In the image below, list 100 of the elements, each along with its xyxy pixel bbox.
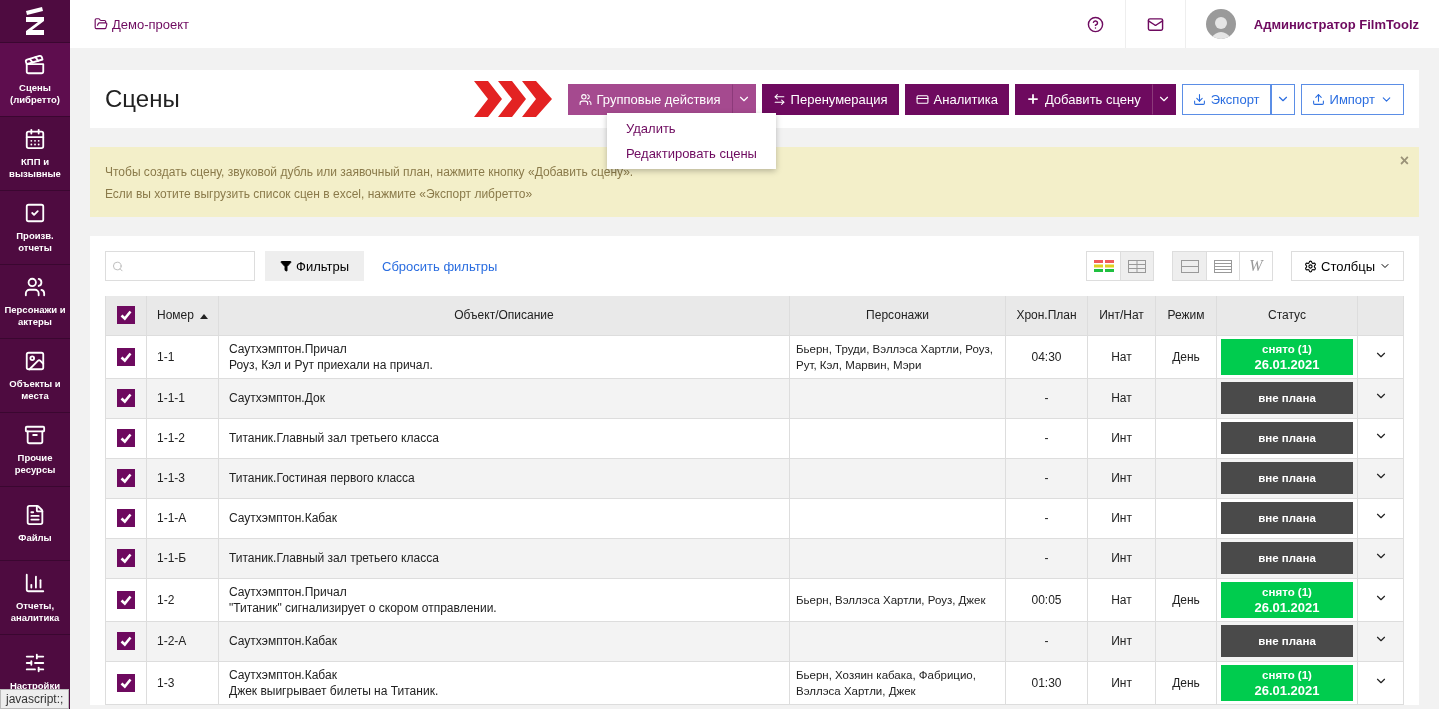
group-actions-button[interactable]: Групповые действия [567, 83, 732, 115]
row-checkbox[interactable] [117, 469, 135, 487]
status-tooltip: javascript:; [0, 689, 70, 709]
scene-object: Саутхэмптон.Док [229, 390, 326, 406]
menu-item[interactable]: Удалить [607, 116, 776, 141]
alert-text: Чтобы создать сцену, звуковой дубль или заявочный план, нажмите кнопку «Добавить сцену». [105, 164, 635, 181]
scene-number: 1-2 [157, 592, 175, 607]
reset-filters-link[interactable]: Сбросить фильтры [382, 258, 1069, 274]
duration-text: 04:30 [1031, 349, 1062, 364]
avatar-icon[interactable] [1205, 9, 1236, 39]
status-badge: вне плана [1221, 625, 1353, 657]
search-field[interactable] [105, 251, 255, 281]
mail-icon[interactable] [1146, 15, 1164, 33]
characters-text: Бьерн, Хозяин кабака, Фабрицио, Вэллэса Хартли, Джек [796, 668, 976, 697]
rows-icon [1180, 259, 1199, 273]
caret-button[interactable] [1151, 83, 1176, 115]
scene-number: 1-1-А [157, 511, 187, 525]
duration-text: 00:05 [1031, 592, 1062, 607]
checkbox-icon [24, 202, 46, 225]
status-badge: вне плана [1221, 462, 1353, 494]
logo-icon[interactable] [24, 7, 46, 35]
status-badge: вне плана [1221, 422, 1353, 454]
filters-button[interactable]: Фильтры [265, 251, 364, 281]
status-badge: снято (1) 26.01.2021 [1221, 581, 1353, 618]
int-ext-text: Инт [1111, 511, 1132, 525]
row-checkbox[interactable] [117, 590, 135, 609]
scene-number: 1-3 [157, 675, 175, 690]
renumber-button[interactable]: Перенумерация [761, 83, 899, 115]
users-icon [578, 92, 592, 106]
menu-item[interactable]: Редактировать сцены [607, 141, 776, 166]
duration-text: - [1044, 431, 1049, 445]
scene-description: Роуз, Кэл и Рут приехали на причал. [229, 356, 434, 373]
select-all-checkbox[interactable] [117, 306, 135, 325]
int-ext-text: Инт [1111, 634, 1132, 648]
upload-icon [1311, 92, 1325, 106]
chevrons-icon [473, 81, 554, 117]
sort-icon [199, 314, 208, 320]
scene-object: Саутхэмптон.Причал [229, 340, 348, 357]
user-name[interactable]: Администратор FilmToolz [1253, 16, 1419, 32]
row-checkbox[interactable] [117, 347, 135, 366]
duration-text: - [1044, 391, 1049, 405]
project-link[interactable]: Демо-проект [94, 16, 190, 32]
row-checkbox[interactable] [117, 549, 135, 567]
plus-icon [1025, 92, 1040, 106]
scene-object: Титаник.Главный зал третьего класса [229, 550, 440, 566]
mode-text: День [1172, 592, 1200, 607]
add-scene-button[interactable]: Добавить сцену [1014, 83, 1152, 115]
scene-object: Саутхэмптон.Причал [229, 583, 348, 600]
column-header[interactable]: Номер [157, 308, 194, 323]
row-checkbox[interactable] [117, 509, 135, 527]
scene-number: 1-1-2 [157, 431, 185, 445]
color-grid-icon [1093, 260, 1114, 272]
calendar-icon [24, 128, 46, 151]
folder-icon [94, 17, 108, 31]
int-ext-text: Инт [1111, 675, 1132, 690]
card-icon [915, 92, 929, 106]
archive-icon [24, 424, 46, 447]
sidebar-item[interactable]: Сцены (либретто) [0, 43, 70, 117]
int-ext-text: Инт [1111, 471, 1132, 485]
row-checkbox[interactable] [117, 632, 135, 650]
import-button[interactable]: Импорт [1300, 83, 1404, 115]
alert-text: Если вы хотите выгрузить список сцен в excel, нажмите «Экспорт либретто» [105, 186, 534, 203]
help-icon[interactable] [1086, 15, 1104, 33]
int-ext-text: Инт [1111, 431, 1132, 445]
row-checkbox[interactable] [117, 429, 135, 447]
clapperboard-icon [24, 54, 46, 77]
int-ext-text: Нат [1111, 349, 1132, 364]
page-title: Сцены [105, 85, 181, 113]
column-header[interactable]: Персонажи [866, 308, 929, 323]
characters-text: Бьерн, Труди, Вэллэса Хартли, Роуз, Рут, Кэл, Марвин, Мэри [796, 342, 993, 371]
bar-chart-icon [24, 572, 46, 595]
scene-description: Джек выигрывает билеты на Титаник. [229, 682, 440, 699]
scene-object: Титаник.Гостиная первого класса [229, 470, 416, 486]
column-header[interactable]: Статус [1268, 308, 1306, 323]
duration-text: - [1044, 634, 1049, 648]
status-badge: вне плана [1221, 542, 1353, 574]
mode-text: День [1172, 349, 1200, 364]
duration-text: - [1044, 551, 1049, 565]
scene-object: Титаник.Главный зал третьего класса [229, 430, 440, 446]
column-header[interactable]: Объект/Описание [454, 308, 554, 323]
mode-text: День [1172, 675, 1200, 690]
grid-icon [1128, 259, 1147, 273]
status-badge: снято (1) 26.01.2021 [1221, 664, 1353, 701]
int-ext-text: Инт [1111, 551, 1132, 565]
sliders-icon [24, 651, 46, 674]
characters-text: Бьерн, Вэллэса Хартли, Роуз, Джек [796, 593, 986, 606]
duration-text: 01:30 [1031, 675, 1062, 690]
scene-number: 1-1-3 [157, 471, 185, 485]
row-checkbox[interactable] [117, 389, 135, 407]
scene-object: Саутхэмптон.Кабак [229, 666, 338, 683]
scene-number: 1-1-1 [157, 391, 185, 405]
scene-number: 1-2-А [157, 634, 187, 648]
download-icon [1192, 92, 1206, 106]
analytics-button[interactable]: Аналитика [904, 83, 1009, 115]
row-checkbox[interactable] [117, 673, 135, 692]
arrows-icon [772, 92, 786, 106]
columns-button[interactable]: Столбцы [1291, 251, 1404, 281]
export-button[interactable]: Экспорт [1181, 83, 1271, 115]
status-badge: вне плана [1221, 382, 1353, 414]
status-badge: вне плана [1221, 502, 1353, 534]
